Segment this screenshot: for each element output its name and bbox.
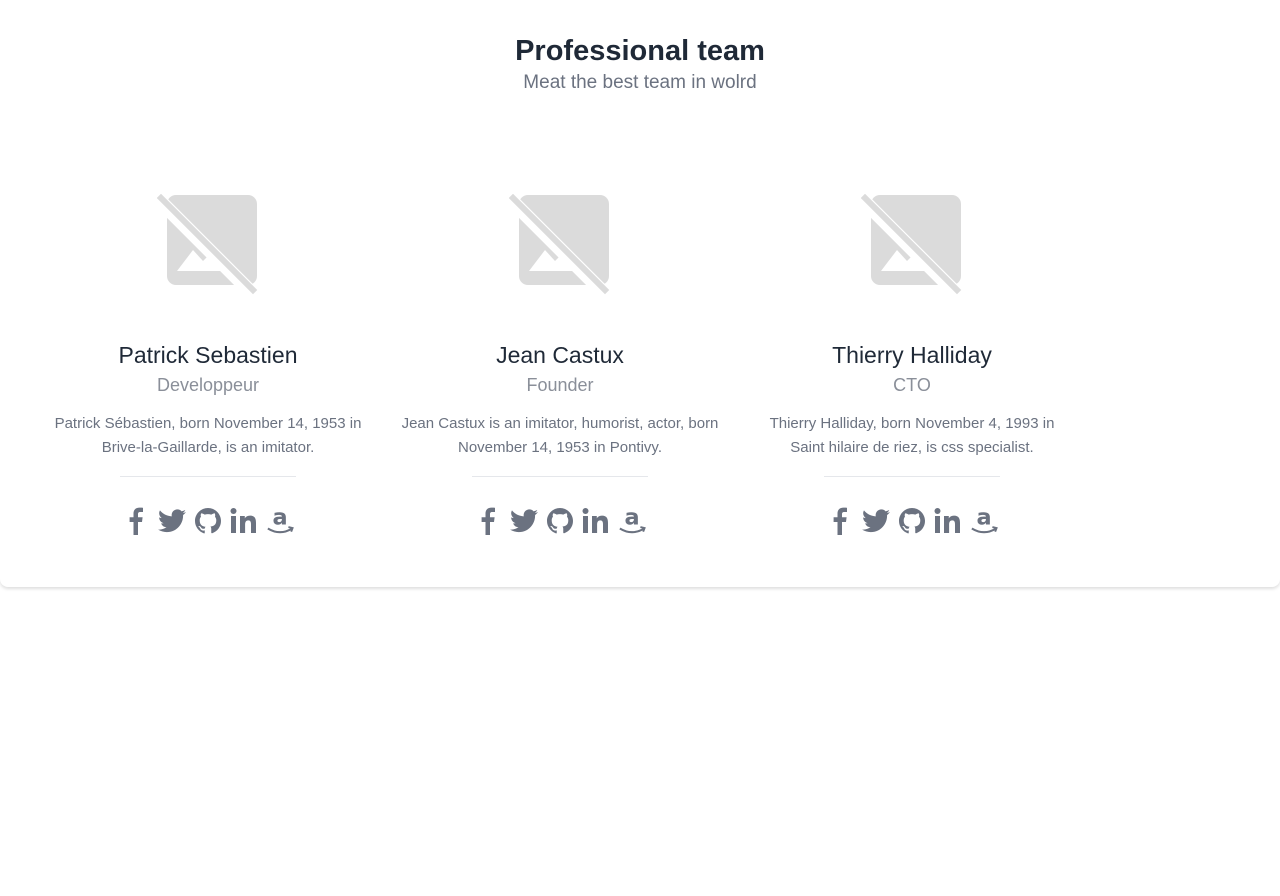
member-bio: Jean Castux is an imitator, humorist, ac… [401,415,719,456]
section-subtitle: Meat the best team in wolrd [523,72,757,93]
twitter-icon[interactable] [862,505,890,537]
member-role: Founder [526,375,594,395]
social-links: a [48,505,368,537]
svg-text:a: a [272,505,287,531]
github-icon[interactable] [194,505,222,537]
twitter-icon[interactable] [510,505,538,537]
image-unavailable-icon [509,194,611,296]
team-member-card: Thierry Halliday CTO Thierry Halliday, b… [752,194,1072,537]
svg-text:a: a [976,505,991,531]
divider [472,476,648,477]
member-name: Patrick Sebastien [118,342,298,368]
team-section: Professional team Meat the best team in … [0,0,1280,587]
member-name: Jean Castux [496,342,624,368]
team-member-card: Jean Castux Founder Jean Castux is an im… [400,194,720,537]
member-role: Developpeur [156,375,260,395]
facebook-icon[interactable] [826,505,854,537]
member-bio: Patrick Sébastien, born November 14, 195… [54,415,362,456]
amazon-icon[interactable]: a [266,505,294,537]
divider [824,476,1000,477]
social-links: a [752,505,1072,537]
social-links: a [400,505,720,537]
linkedin-icon[interactable] [582,505,610,537]
member-role: CTO [893,375,931,395]
divider [120,476,296,477]
amazon-icon[interactable]: a [970,505,998,537]
image-unavailable-icon [861,194,963,296]
github-icon[interactable] [898,505,926,537]
member-name: Thierry Halliday [832,342,992,368]
member-bio: Thierry Halliday, born November 4, 1993 … [769,415,1055,456]
team-member-card: Patrick Sebastien Developpeur Patrick Sé… [48,194,368,537]
section-title: Professional team [515,35,765,67]
linkedin-icon[interactable] [230,505,258,537]
linkedin-icon[interactable] [934,505,962,537]
facebook-icon[interactable] [122,505,150,537]
github-icon[interactable] [546,505,574,537]
amazon-icon[interactable]: a [618,505,646,537]
svg-text:a: a [624,505,639,531]
twitter-icon[interactable] [158,505,186,537]
facebook-icon[interactable] [474,505,502,537]
image-unavailable-icon [157,194,259,296]
section-header: Professional team Meat the best team in … [0,34,1280,96]
